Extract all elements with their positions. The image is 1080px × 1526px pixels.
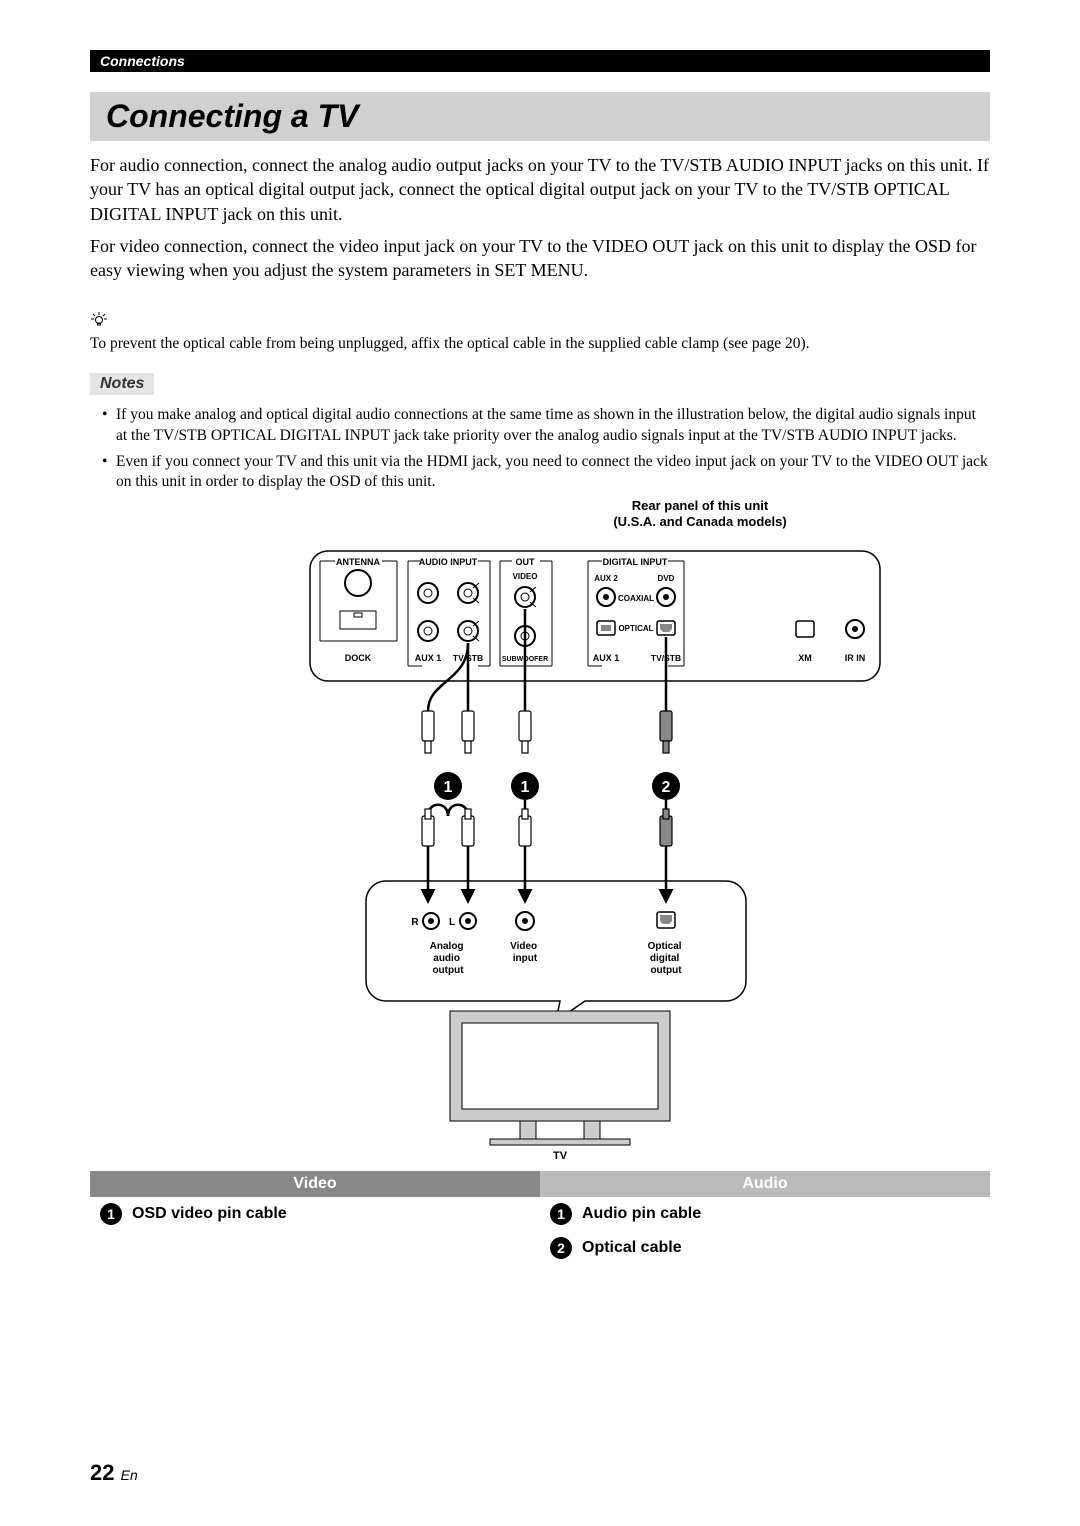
svg-text:1: 1: [521, 779, 530, 796]
svg-text:DOCK: DOCK: [345, 653, 372, 663]
paragraph-2: For video connection, connect the video …: [90, 234, 990, 283]
svg-text:XM: XM: [798, 653, 812, 663]
svg-text:TV: TV: [553, 1150, 568, 1161]
note-item: If you make analog and optical digital a…: [102, 405, 990, 445]
svg-text:AUX 2: AUX 2: [594, 574, 618, 583]
svg-text:2: 2: [662, 779, 671, 796]
tip-text: To prevent the optical cable from being …: [90, 335, 990, 353]
section-header: Connections: [90, 50, 990, 72]
num-badge: 1: [550, 1203, 572, 1225]
section-label: Connections: [100, 53, 185, 69]
svg-text:L: L: [449, 917, 455, 928]
svg-text:AUX 1: AUX 1: [415, 653, 442, 663]
legend-label: Optical cable: [582, 1239, 682, 1257]
legend-item: 2 Optical cable: [540, 1231, 990, 1265]
svg-text:AUX 1: AUX 1: [593, 653, 620, 663]
notes-list: If you make analog and optical digital a…: [90, 405, 990, 492]
note-item: Even if you connect your TV and this uni…: [102, 452, 990, 492]
page-title: Connecting a TV: [90, 92, 990, 141]
svg-text:1: 1: [444, 779, 453, 796]
svg-text:Video input: Video input: [510, 941, 540, 964]
svg-text:R: R: [411, 917, 419, 928]
legend-head-video: Video: [90, 1171, 540, 1197]
svg-text:Optical digital output: Optical digital output: [648, 941, 685, 976]
num-badge: 2: [550, 1237, 572, 1259]
svg-text:OPTICAL: OPTICAL: [618, 624, 653, 633]
legend-head-audio: Audio: [540, 1171, 990, 1197]
paragraph-1: For audio connection, connect the analog…: [90, 153, 990, 226]
connection-diagram: ANTENNA DOCK AUDIO INPUT AUX 1 TV/STB OU…: [90, 541, 990, 1161]
legend-label: Audio pin cable: [582, 1205, 701, 1223]
legend-item: 1 OSD video pin cable: [90, 1197, 540, 1231]
svg-text:AUDIO INPUT: AUDIO INPUT: [419, 557, 478, 567]
svg-text:OUT: OUT: [516, 557, 536, 567]
svg-text:VIDEO: VIDEO: [513, 572, 538, 581]
notes-heading: Notes: [90, 373, 154, 395]
diagram-caption: Rear panel of this unit (U.S.A. and Cana…: [410, 498, 990, 531]
legend-item: 1 Audio pin cable: [540, 1197, 990, 1231]
svg-text:DIGITAL INPUT: DIGITAL INPUT: [603, 557, 668, 567]
svg-text:ANTENNA: ANTENNA: [336, 557, 380, 567]
cable-legend: Video 1 OSD video pin cable Audio 1 Audi…: [90, 1171, 990, 1265]
page-number: 22 En: [90, 1460, 138, 1486]
num-badge: 1: [100, 1203, 122, 1225]
legend-label: OSD video pin cable: [132, 1205, 287, 1223]
tip-icon: [90, 312, 990, 331]
svg-text:COAXIAL: COAXIAL: [618, 594, 654, 603]
svg-text:Analog audio output: Analog audio output: [430, 941, 467, 976]
svg-text:IR IN: IR IN: [845, 653, 866, 663]
svg-text:DVD: DVD: [658, 574, 675, 583]
